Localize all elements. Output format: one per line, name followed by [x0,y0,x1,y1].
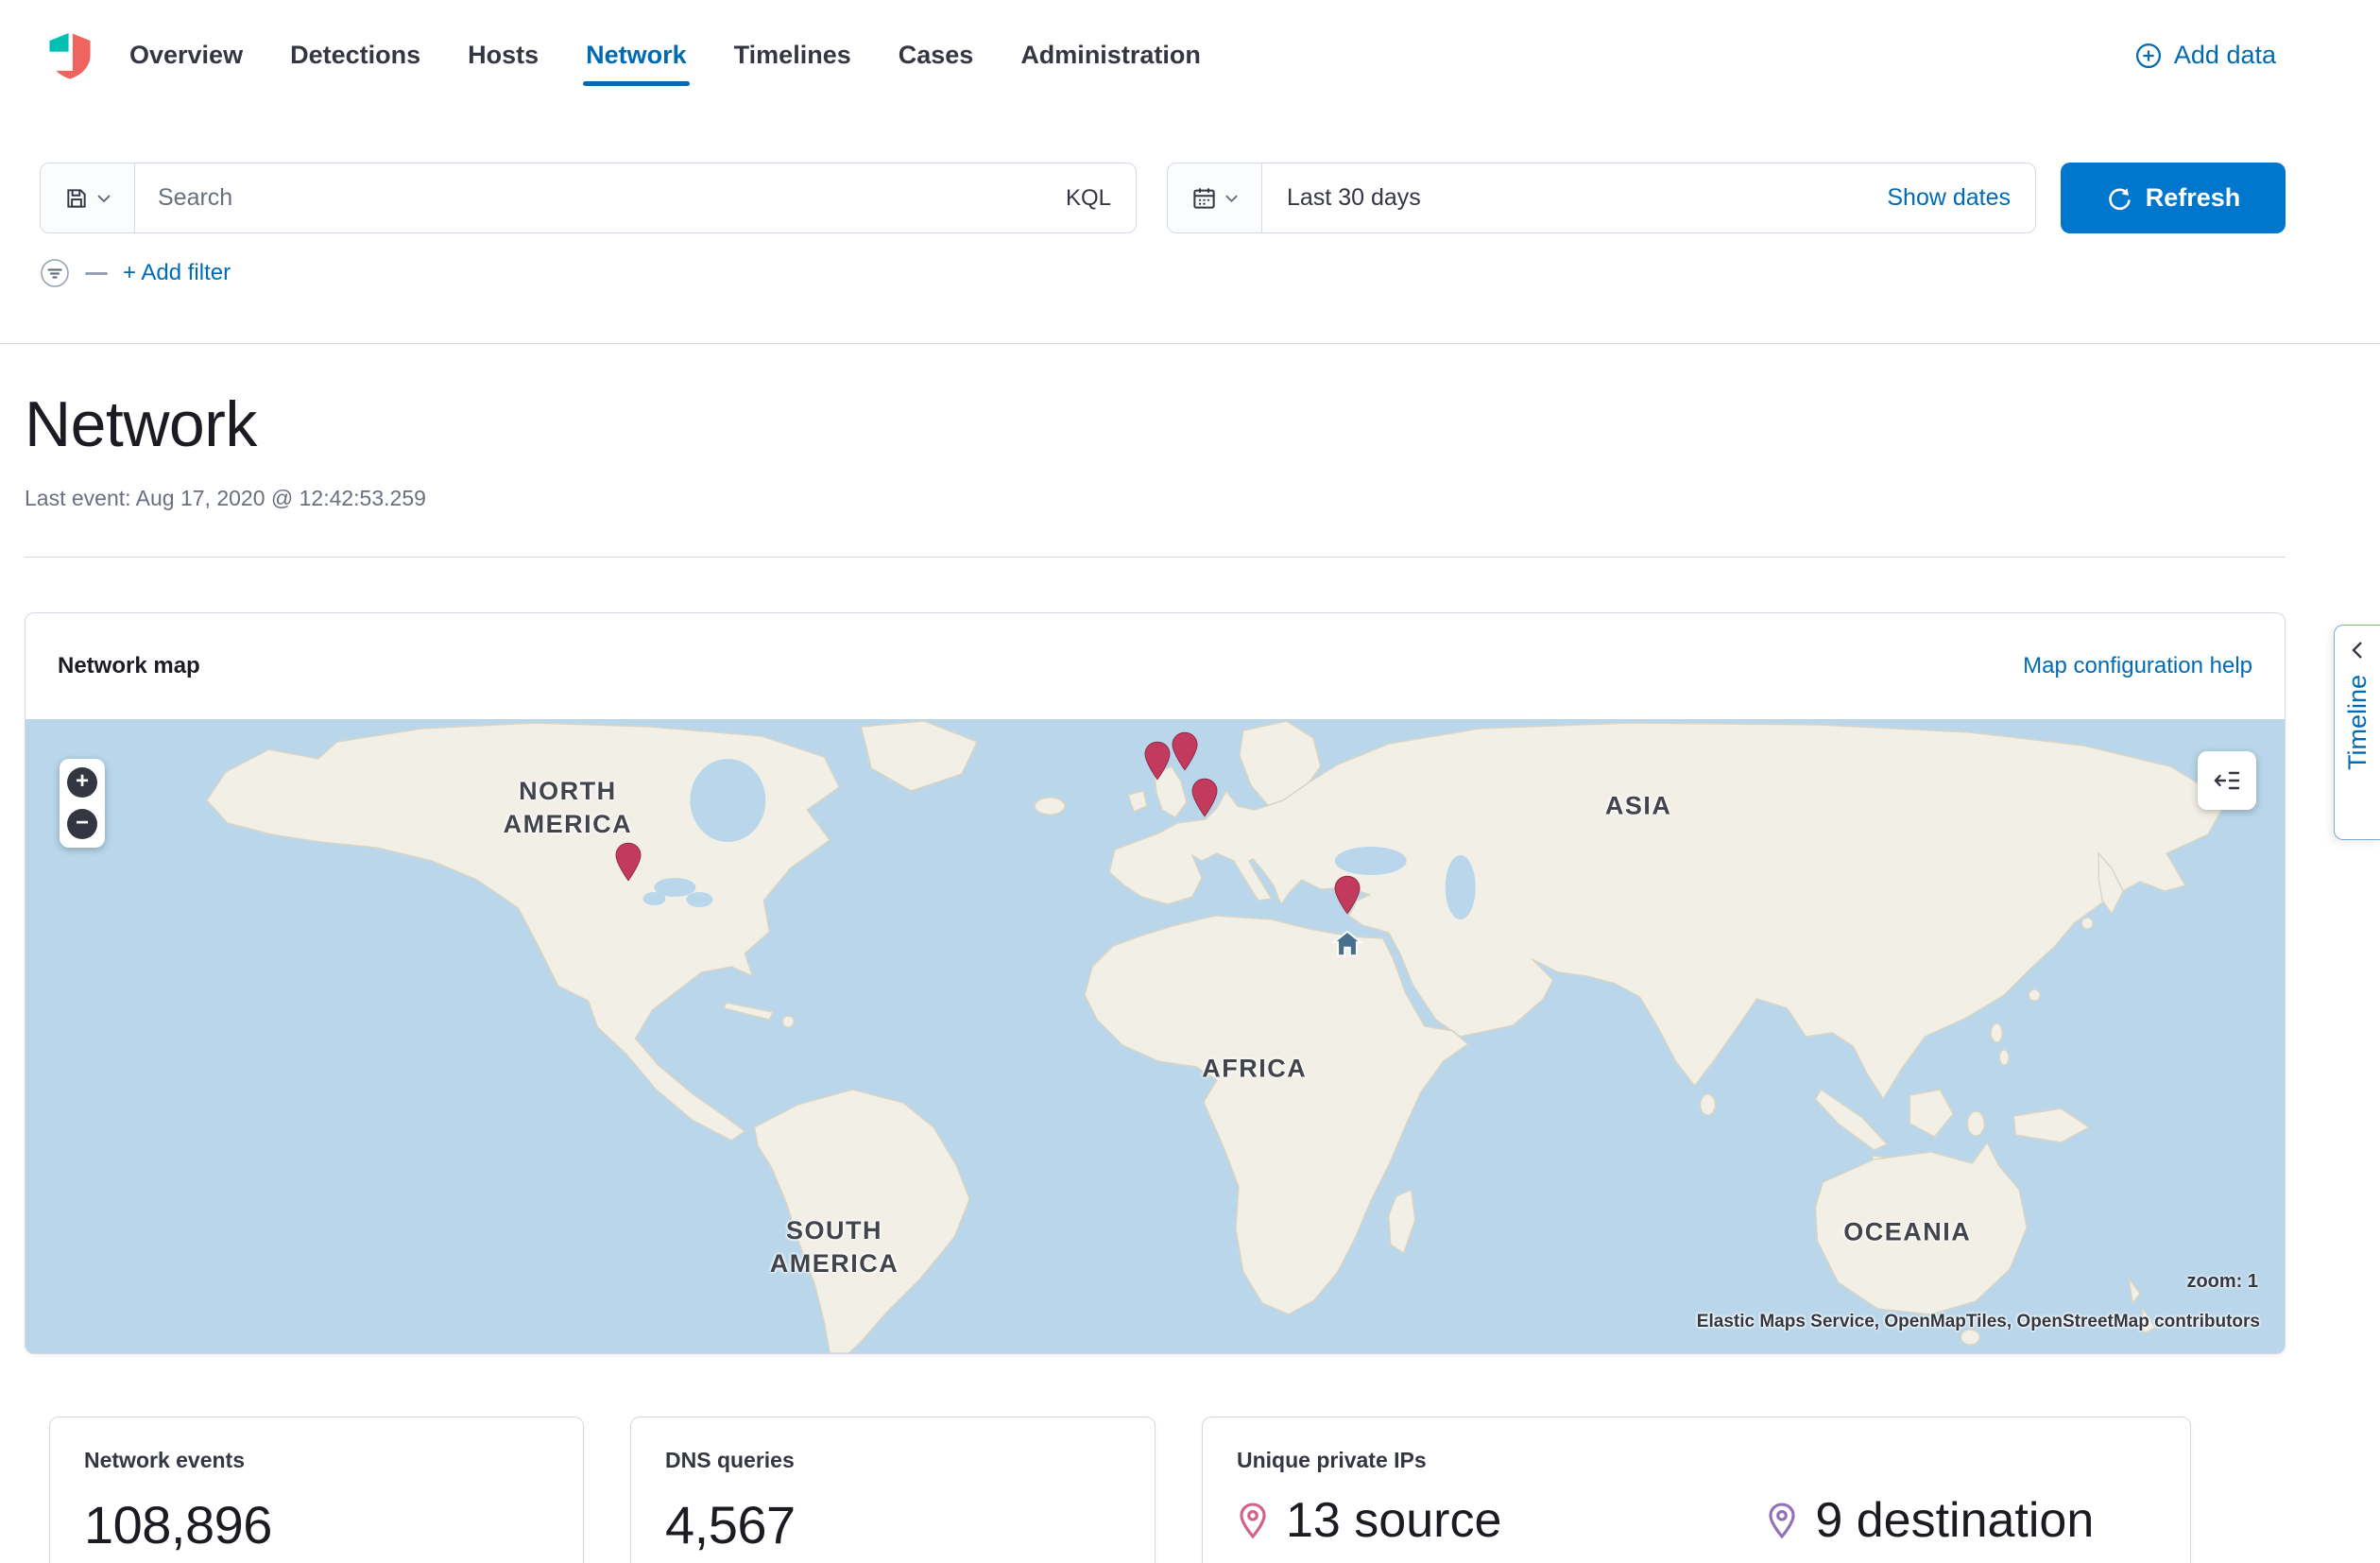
dns-queries-card: DNS queries 4,567 [630,1417,1156,1563]
refresh-button[interactable]: Refresh [2061,163,2286,233]
map-attribution[interactable]: Elastic Maps Service, OpenMapTiles, Open… [1697,1312,2260,1332]
nav-item-timelines[interactable]: Timelines [711,0,875,111]
source-ips-stat: 13 source [1237,1492,1501,1549]
map-pin-middle-east[interactable] [1333,875,1361,919]
chevron-down-icon [1224,194,1239,203]
nav-label: Network [586,41,687,70]
legend-collapse-icon [2213,766,2241,795]
network-map-panel: Network map Map configuration help [25,612,2286,1354]
stats-row: Network events 108,896 DNS queries 4,567… [49,1417,2191,1563]
last-event-timestamp: Last event: Aug 17, 2020 @ 12:42:53.259 [25,486,2286,511]
refresh-icon [2106,185,2132,212]
map-panel-title: Network map [58,653,200,679]
map-home-marker[interactable] [1331,928,1363,965]
timeline-flyout-toggle[interactable]: Timeline [2334,625,2380,840]
network-events-card: Network events 108,896 [49,1417,584,1563]
query-bar-section: KQL Last 30 days Show dates Refresh [0,111,2380,344]
main-nav: Overview Detections Hosts Network Timeli… [106,0,1224,111]
saved-query-menu-button[interactable] [41,163,135,232]
filter-icon[interactable] [40,258,70,288]
map-continent-label: NORTH AMERICA [504,775,633,841]
map-pin-europe[interactable] [1190,778,1219,822]
nav-item-detections[interactable]: Detections [266,0,444,111]
kql-label: KQL [1066,185,1111,212]
nav-label: Hosts [468,41,539,70]
nav-label: Overview [129,41,243,70]
nav-label: Cases [899,41,974,70]
calendar-icon [1191,185,1217,211]
chevron-down-icon [96,194,111,203]
kql-syntax-button[interactable]: KQL [1066,163,1136,232]
filter-divider [85,272,108,275]
source-pin-icon [1237,1502,1269,1539]
add-data-label: Add data [2174,41,2276,70]
chevron-left-icon [2351,641,2364,660]
show-dates-label: Show dates [1887,184,2011,212]
nav-label: Detections [290,41,420,70]
source-ips-value: 13 source [1286,1492,1501,1549]
timeline-tab-label: Timeline [2343,675,2372,770]
map-zoom-controls: + − [60,759,105,848]
nav-label: Administration [1020,41,1201,70]
map-continent-label: AFRICA [1202,1052,1307,1085]
nav-item-overview[interactable]: Overview [106,0,266,111]
destination-pin-icon [1766,1502,1798,1539]
circle-plus-icon [2134,42,2163,70]
save-icon [64,186,89,211]
content-divider [25,557,2286,558]
zoom-out-button[interactable]: − [67,809,97,839]
map-pin-us[interactable] [614,842,642,886]
stat-title: Network events [84,1448,549,1473]
show-dates-button[interactable]: Show dates [1887,163,2035,232]
nav-item-network[interactable]: Network [562,0,711,111]
network-page: Network Last event: Aug 17, 2020 @ 12:42… [0,344,2380,1563]
stat-title: DNS queries [665,1448,1121,1473]
nav-label: Timelines [734,41,851,70]
dns-queries-value: 4,567 [665,1494,1121,1555]
search-input[interactable] [135,163,1066,232]
stat-title: Unique private IPs [1237,1448,2156,1473]
nav-item-administration[interactable]: Administration [997,0,1224,111]
unique-private-ips-card: Unique private IPs 13 source 9 destinati… [1202,1417,2191,1563]
map-markers-layer: NORTH AMERICA ASIA AFRICA SOUTH AMERICA OCEA… [26,719,2285,1353]
refresh-label: Refresh [2146,183,2241,213]
search-bar: KQL [40,163,1137,233]
world-map-canvas[interactable]: NORTH AMERICA ASIA AFRICA SOUTH AMERICA OCEA… [26,719,2285,1353]
page-title: Network [25,387,2286,461]
map-pin-uk-2[interactable] [1171,731,1199,776]
filter-bar: + Add filter [40,258,2286,288]
zoom-level-indicator: zoom: 1 [2186,1271,2258,1293]
date-picker-menu-button[interactable] [1168,163,1262,232]
map-configuration-help-link[interactable]: Map configuration help [2023,653,2252,679]
destination-ips-stat: 9 destination [1766,1492,2094,1549]
map-continent-label: SOUTH AMERICA [770,1214,899,1280]
security-app-logo[interactable] [45,31,94,80]
add-data-button[interactable]: Add data [2134,41,2276,70]
network-events-value: 108,896 [84,1494,549,1555]
top-navigation: Overview Detections Hosts Network Timeli… [0,0,2380,111]
map-legend-toggle-button[interactable] [2198,751,2256,810]
date-range-value[interactable]: Last 30 days [1262,163,1887,232]
nav-item-hosts[interactable]: Hosts [444,0,562,111]
zoom-in-button[interactable]: + [67,767,97,798]
map-continent-label: OCEANIA [1843,1215,1971,1248]
map-pin-uk-1[interactable] [1143,741,1172,785]
destination-ips-value: 9 destination [1815,1492,2094,1549]
add-filter-button[interactable]: + Add filter [123,260,231,286]
date-range-label: Last 30 days [1287,184,1421,212]
map-continent-label: ASIA [1605,789,1672,822]
date-picker: Last 30 days Show dates [1167,163,2036,233]
nav-item-cases[interactable]: Cases [875,0,998,111]
